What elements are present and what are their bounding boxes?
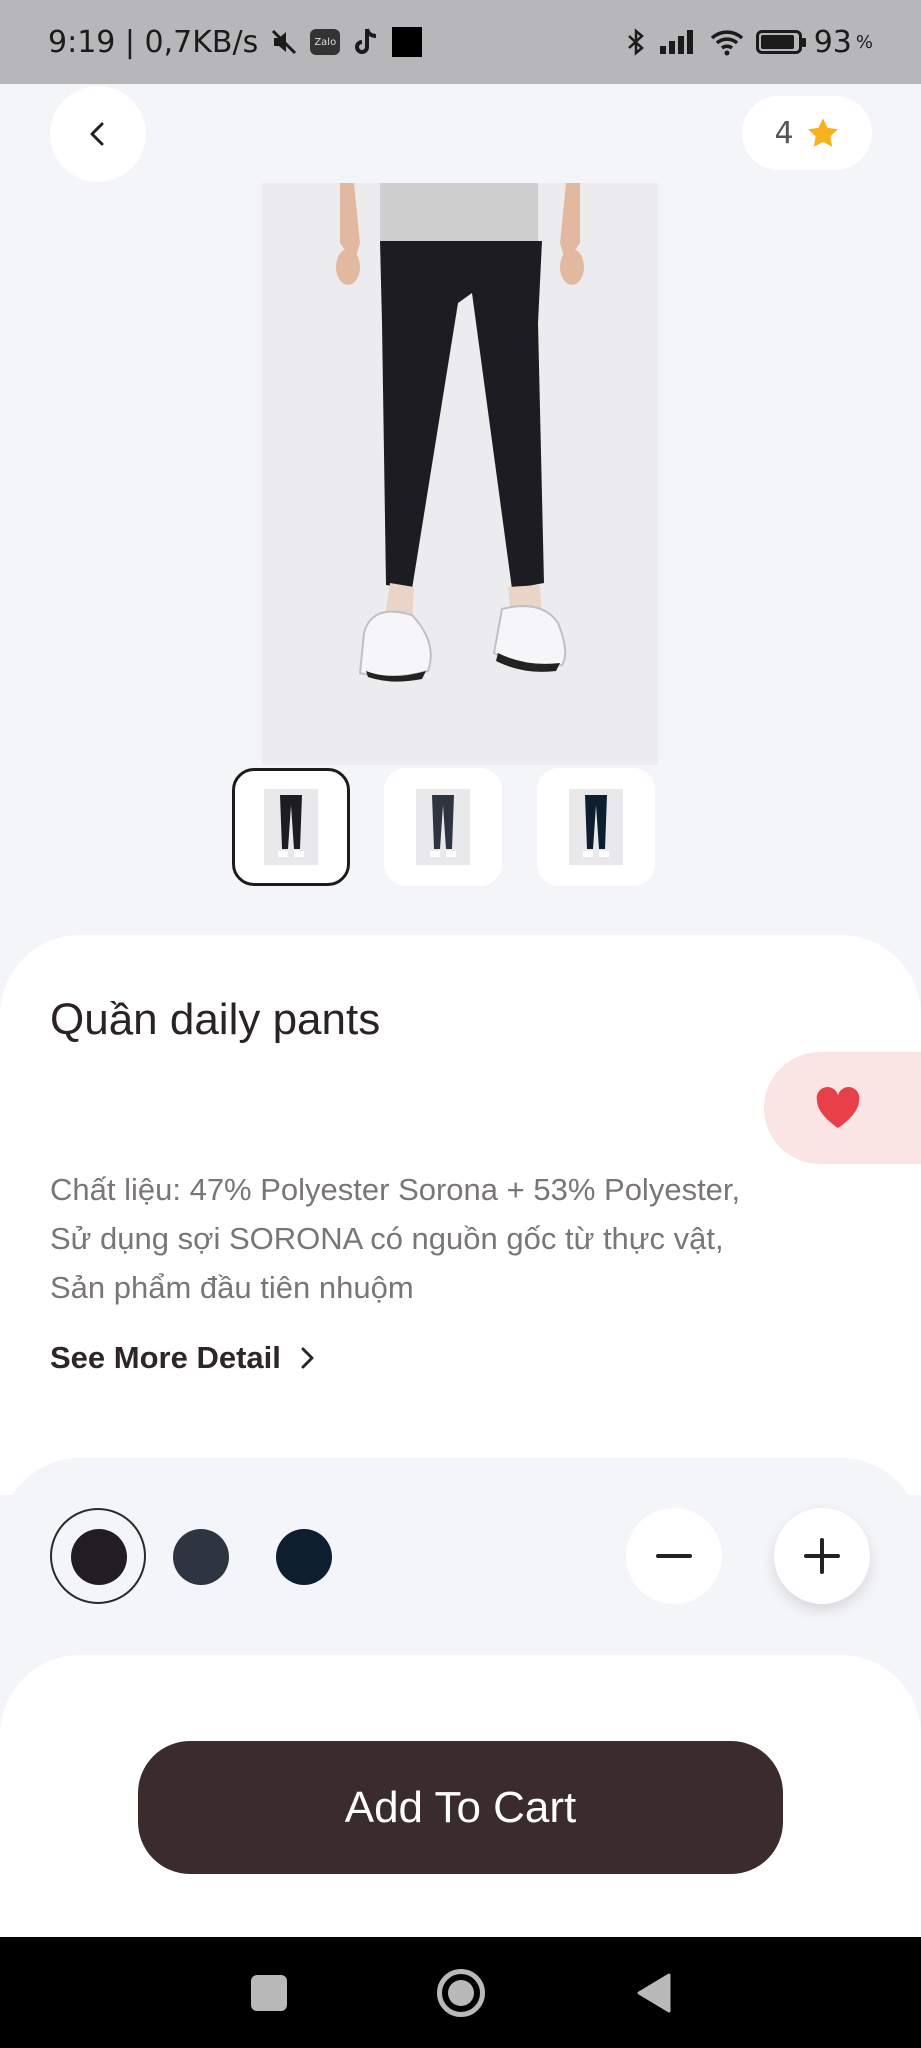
thumbnail-3[interactable] bbox=[537, 768, 655, 886]
star-icon bbox=[807, 118, 838, 147]
recents-button[interactable] bbox=[250, 1974, 287, 2011]
chevron-left-icon bbox=[90, 122, 104, 146]
add-to-cart-button[interactable]: Add To Cart bbox=[138, 1741, 783, 1874]
color-swatch-3[interactable] bbox=[276, 1529, 332, 1585]
rating-badge: 4 bbox=[742, 96, 872, 170]
thumbnail-1[interactable] bbox=[232, 768, 350, 886]
pants-illustration bbox=[262, 183, 658, 765]
notification-icon bbox=[392, 27, 423, 57]
minus-icon bbox=[656, 1554, 692, 1558]
system-nav-bar bbox=[0, 1937, 921, 2048]
back-nav-icon[interactable] bbox=[635, 1973, 671, 2013]
chevron-right-icon bbox=[301, 1347, 314, 1369]
product-title: Quần daily pants bbox=[50, 995, 381, 1044]
signal-icon bbox=[658, 28, 698, 56]
wifi-icon bbox=[710, 28, 744, 56]
favorite-button[interactable] bbox=[764, 1052, 921, 1164]
mute-icon bbox=[270, 28, 298, 56]
thumbnail-image bbox=[569, 789, 623, 865]
see-more-label: See More Detail bbox=[50, 1340, 281, 1375]
battery-icon bbox=[755, 30, 806, 54]
heart-icon bbox=[816, 1087, 859, 1128]
color-swatch-1[interactable] bbox=[71, 1529, 127, 1585]
increase-quantity-button[interactable] bbox=[774, 1508, 870, 1604]
product-description: Chất liệu: 47% Polyester Sorona + 53% Po… bbox=[50, 1172, 741, 1305]
plus-icon bbox=[804, 1538, 840, 1574]
tiktok-icon bbox=[352, 27, 380, 57]
thumbnail-image bbox=[416, 789, 470, 865]
zalo-icon: Zalo bbox=[310, 29, 341, 55]
home-button[interactable] bbox=[436, 1968, 485, 2017]
thumbnail-image bbox=[264, 789, 318, 865]
status-time: 9:19 | 0,7KB/s bbox=[48, 24, 259, 60]
rating-value: 4 bbox=[774, 115, 794, 151]
status-bar: 9:19 | 0,7KB/s Zalo 93 % bbox=[0, 0, 921, 84]
see-more-detail-link[interactable]: See More Detail bbox=[50, 1340, 315, 1376]
battery-percent: 93 bbox=[813, 24, 852, 60]
battery-percent-unit: % bbox=[855, 31, 873, 53]
status-left: 9:19 | 0,7KB/s Zalo bbox=[48, 24, 423, 60]
bluetooth-icon bbox=[626, 28, 646, 56]
status-right: 93 % bbox=[626, 25, 873, 60]
decrease-quantity-button[interactable] bbox=[626, 1508, 722, 1604]
product-image bbox=[262, 183, 658, 765]
back-button[interactable] bbox=[50, 86, 146, 182]
color-swatch-2[interactable] bbox=[173, 1529, 229, 1585]
thumbnail-2[interactable] bbox=[384, 768, 502, 886]
